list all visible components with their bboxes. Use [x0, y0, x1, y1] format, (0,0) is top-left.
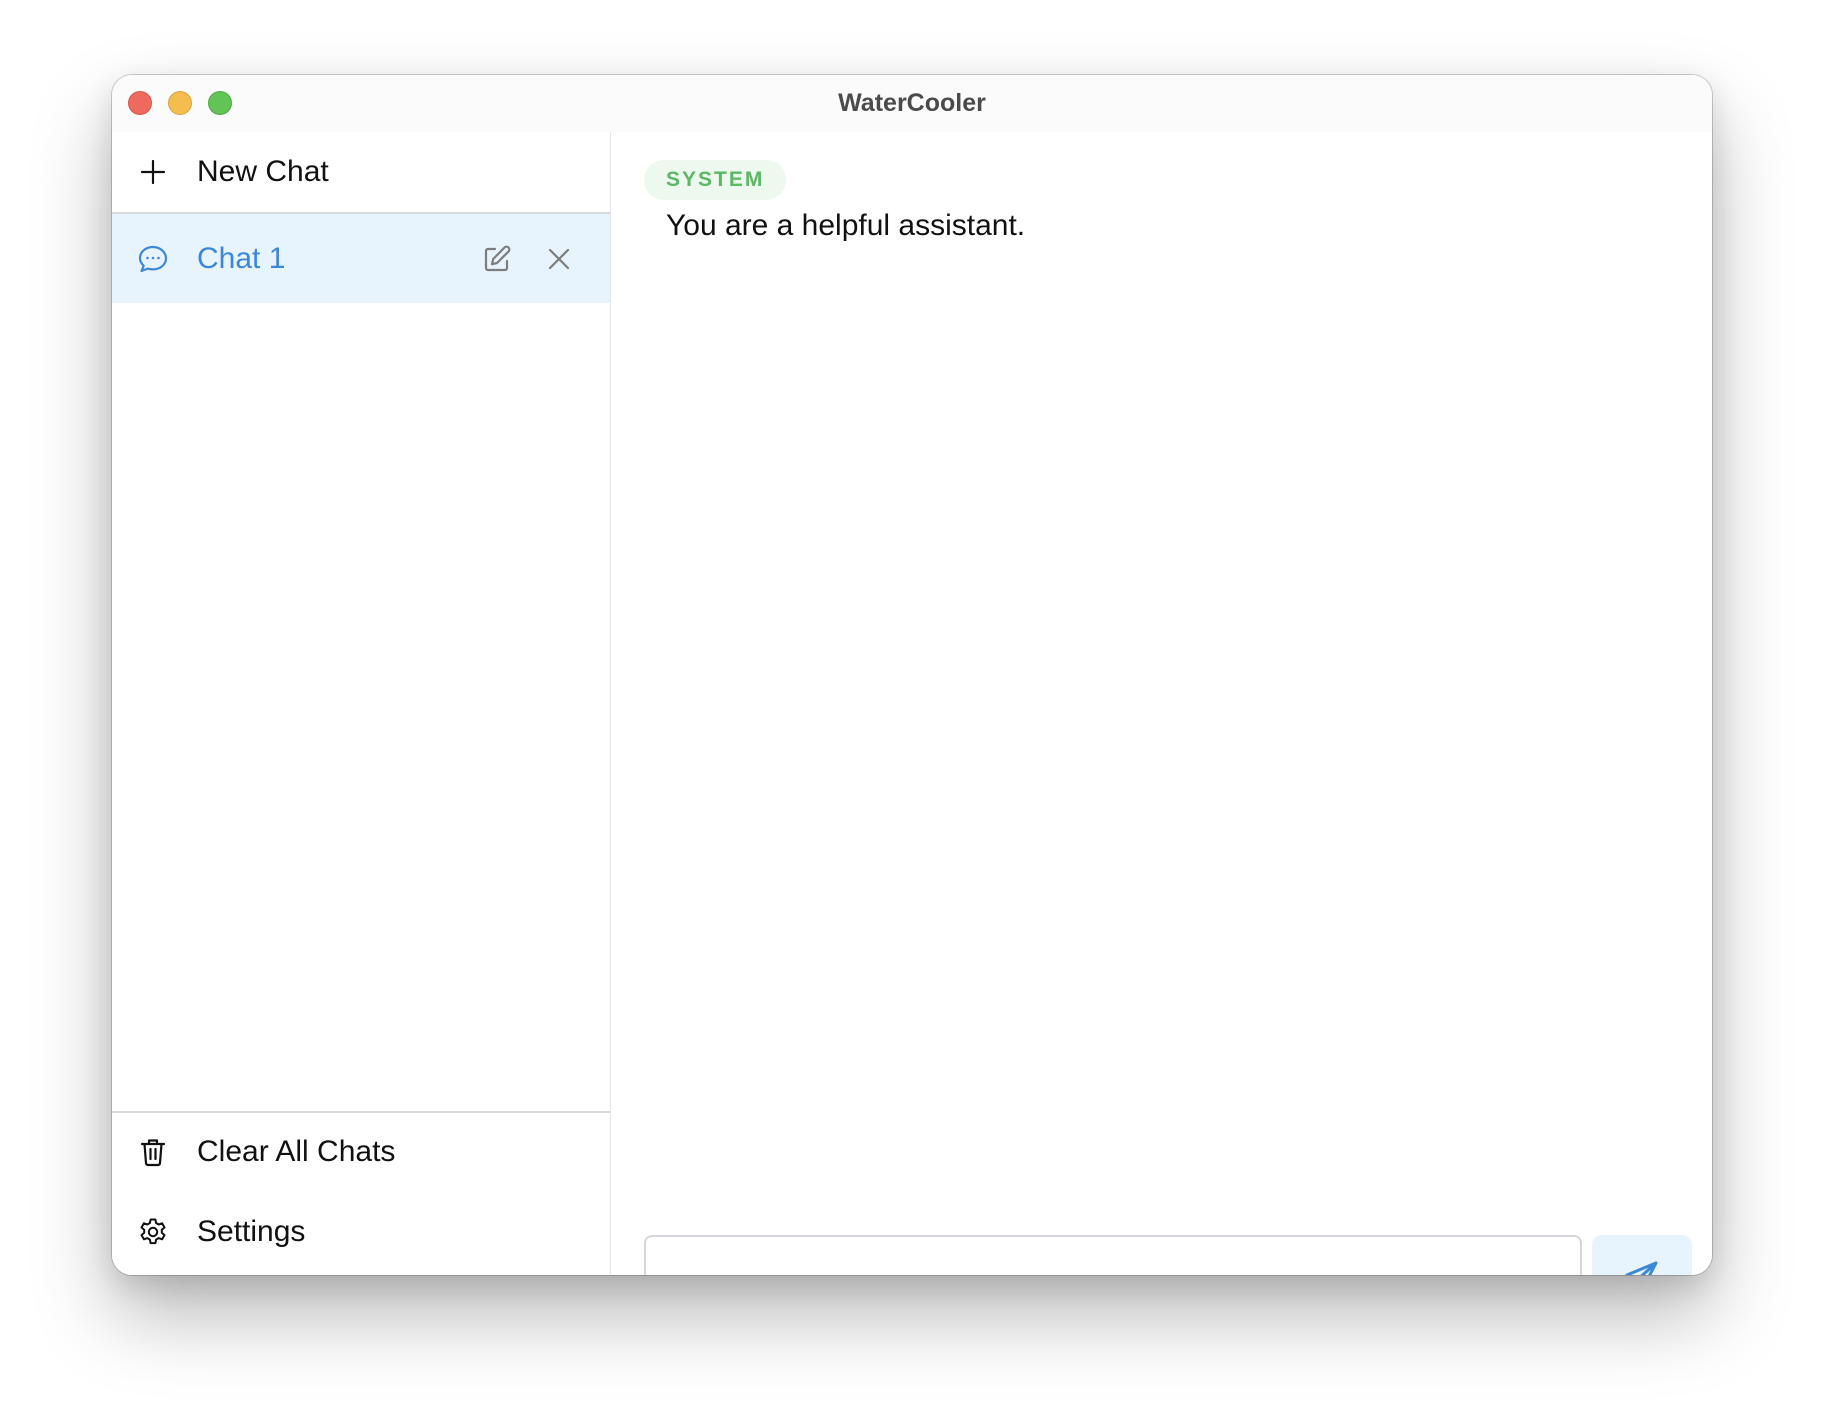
send-button[interactable]	[1592, 1235, 1692, 1275]
new-chat-label: New Chat	[197, 155, 329, 188]
chat-list-item[interactable]: Chat 1	[112, 214, 610, 303]
title-bar: WaterCooler	[112, 75, 1712, 132]
sidebar-footer: Clear All Chats Settings	[112, 1111, 610, 1275]
sidebar: New Chat Chat 1 Clear All Chats Settings	[112, 132, 611, 1275]
trash-icon	[136, 1135, 170, 1169]
close-icon[interactable]	[542, 242, 576, 276]
chat-panel: SYSTEM You are a helpful assistant.	[611, 132, 1712, 1275]
gear-icon	[136, 1215, 170, 1249]
clear-all-chats-button[interactable]: Clear All Chats	[112, 1113, 610, 1191]
window-title: WaterCooler	[838, 89, 986, 117]
plus-icon	[136, 155, 170, 189]
settings-button[interactable]: Settings	[112, 1191, 610, 1273]
edit-icon[interactable]	[480, 242, 514, 276]
system-role-badge: SYSTEM	[644, 160, 787, 200]
system-message-text: You are a helpful assistant.	[666, 209, 1026, 242]
clear-all-chats-label: Clear All Chats	[197, 1135, 396, 1168]
chat-bubble-icon	[136, 242, 170, 276]
new-chat-button[interactable]: New Chat	[112, 132, 610, 214]
chat-title: Chat 1	[197, 241, 286, 275]
send-icon	[1623, 1258, 1661, 1275]
settings-label: Settings	[197, 1215, 306, 1248]
app-window: WaterCooler New Chat Chat 1 Clear All Ch…	[112, 75, 1712, 1275]
message-input[interactable]	[644, 1235, 1582, 1275]
